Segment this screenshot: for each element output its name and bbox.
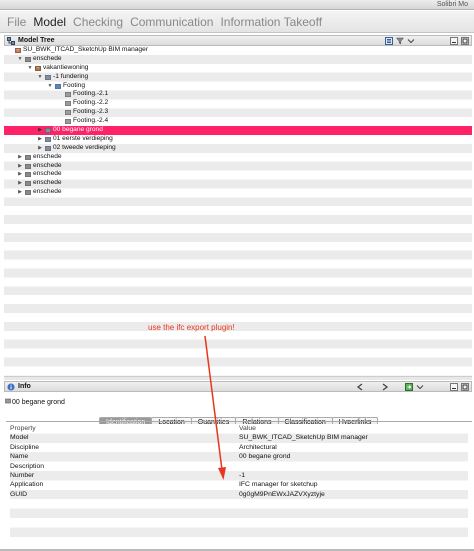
annotation-arrow	[204, 335, 226, 480]
